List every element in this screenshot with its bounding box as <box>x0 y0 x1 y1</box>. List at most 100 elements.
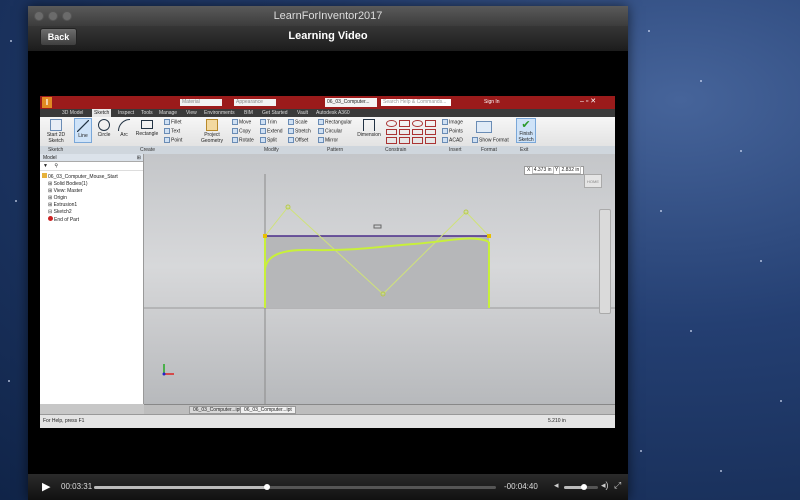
vertical-icon[interactable] <box>425 128 436 136</box>
style-field[interactable]: Material <box>180 99 222 106</box>
endpoint-handle[interactable] <box>263 234 267 238</box>
close-icon[interactable] <box>34 11 44 21</box>
panel-exit[interactable]: Exit <box>520 147 528 153</box>
rotate-button[interactable]: Rotate <box>232 137 254 143</box>
concentric-icon[interactable] <box>412 120 423 127</box>
move-button[interactable]: Move <box>232 119 251 125</box>
tab-tools[interactable]: Tools <box>141 110 153 116</box>
arc-button[interactable]: Arc <box>116 119 132 138</box>
trim-button[interactable]: Trim <box>260 119 277 125</box>
horizontal-icon[interactable] <box>412 128 423 136</box>
show-format-button[interactable]: Show Format <box>472 137 509 143</box>
dimension-button[interactable]: Dimension <box>356 119 382 138</box>
volume-high-icon[interactable]: ◂) <box>601 480 609 491</box>
viewcube[interactable]: HOME <box>584 174 602 188</box>
endpoint-handle[interactable] <box>487 234 491 238</box>
tree-item-part[interactable]: 06_03_Computer_Mouse_Start <box>42 173 143 181</box>
coincident-icon[interactable] <box>386 120 397 127</box>
rectangular-pattern-button[interactable]: Rectangular <box>318 119 352 125</box>
panel-pattern[interactable]: Pattern <box>327 147 343 153</box>
panel-sketch[interactable]: Sketch <box>48 147 63 153</box>
find-icon[interactable]: ⚲ <box>54 163 58 169</box>
panel-format[interactable]: Format <box>481 147 497 153</box>
stretch-button[interactable]: Stretch <box>288 128 311 134</box>
volume-track[interactable] <box>564 484 598 490</box>
midpoint-marker[interactable] <box>373 224 382 229</box>
tree-item-solid-bodies[interactable]: ⊞ Solid Bodies(1) <box>42 181 143 188</box>
filter-icon[interactable]: ▼ <box>43 163 48 169</box>
fillet-button[interactable]: Fillet <box>164 119 182 125</box>
tab-sketch[interactable]: Sketch <box>92 109 112 117</box>
circle-button[interactable]: Circle <box>95 119 113 138</box>
format-icons[interactable] <box>476 121 492 133</box>
rectangle-button[interactable]: Rectangle <box>134 119 160 137</box>
project-geometry-button[interactable]: Project Geometry <box>198 119 226 144</box>
volume-thumb[interactable] <box>581 484 588 490</box>
perpendicular-icon[interactable] <box>399 128 410 136</box>
tab-bim[interactable]: BIM <box>244 110 253 116</box>
panel-create[interactable]: Create <box>140 147 155 153</box>
progress-thumb[interactable] <box>263 484 270 490</box>
browser-add-icon[interactable]: ⊞ <box>137 154 141 162</box>
tab-inspect[interactable]: Inspect <box>118 110 134 116</box>
tab-view[interactable]: View <box>186 110 197 116</box>
circular-pattern-button[interactable]: Circular <box>318 128 342 134</box>
points-button[interactable]: Points <box>442 128 463 134</box>
scale-button[interactable]: Scale <box>288 119 308 125</box>
panel-modify[interactable]: Modify <box>264 147 279 153</box>
symmetric-icon[interactable] <box>412 137 423 144</box>
volume-low-icon[interactable]: ◂ <box>554 480 559 491</box>
finish-sketch-button[interactable]: ✔ Finish Sketch <box>516 118 536 143</box>
tangent-icon[interactable] <box>386 137 397 144</box>
end-of-part-icon <box>48 216 53 221</box>
tree-item-sketch2[interactable]: ⊟ Sketch2 <box>42 209 143 216</box>
tree-item-extrusion1[interactable]: ⊞ Extrusion1 <box>42 202 143 209</box>
line-button[interactable]: Line <box>74 118 92 143</box>
acad-button[interactable]: ACAD <box>442 137 463 143</box>
help-search-input[interactable]: Search Help & Commands... <box>381 99 451 106</box>
extend-button[interactable]: Extend <box>260 128 283 134</box>
panel-constrain[interactable]: Constrain <box>385 147 406 153</box>
text-button[interactable]: Text <box>164 128 180 134</box>
equal-icon[interactable] <box>425 137 436 144</box>
zoom-icon[interactable] <box>62 11 72 21</box>
navigation-bar[interactable] <box>599 209 611 314</box>
tab-vault[interactable]: Vault <box>297 110 308 116</box>
mirror-button[interactable]: Mirror <box>318 137 338 143</box>
tab-environments[interactable]: Environments <box>204 110 235 116</box>
tab-manage[interactable]: Manage <box>159 110 177 116</box>
parallel-icon[interactable] <box>386 128 397 136</box>
sign-in-link[interactable]: Sign In <box>484 99 500 105</box>
progress-track[interactable] <box>94 484 496 490</box>
document-title-tab[interactable]: 06_03_Computer... <box>325 98 377 107</box>
copy-button[interactable]: Copy <box>232 128 251 134</box>
panel-insert[interactable]: Insert <box>449 147 462 153</box>
window-controls-icon[interactable]: – ▫ ✕ <box>580 97 596 105</box>
split-button[interactable]: Split <box>260 137 277 143</box>
progress-fill <box>94 486 267 489</box>
tab-get-started[interactable]: Get Started <box>262 110 288 116</box>
start-sketch-button[interactable]: Start 2D Sketch <box>43 119 69 144</box>
image-button[interactable]: Image <box>442 119 463 125</box>
point-button[interactable]: Point <box>164 137 182 143</box>
smooth-icon[interactable] <box>399 137 410 144</box>
play-icon[interactable]: ▶ <box>42 480 50 493</box>
sketch-geometry[interactable] <box>144 154 615 404</box>
fix-icon[interactable] <box>425 120 436 127</box>
constraint-icons[interactable] <box>386 120 436 144</box>
tab-a360[interactable]: Autodesk A360 <box>316 110 350 116</box>
tree-item-origin[interactable]: ⊞ Origin <box>42 195 143 202</box>
offset-button[interactable]: Offset <box>288 137 308 143</box>
graphics-window[interactable]: X 4.373 in Y 2.832 in HOME <box>144 154 615 404</box>
minimize-icon[interactable] <box>48 11 58 21</box>
tree-item-end-of-part[interactable]: End of Part <box>42 216 143 224</box>
tab-3d-model[interactable]: 3D Model <box>62 110 83 116</box>
rotate-icon <box>232 137 238 143</box>
appearance-field[interactable]: Appearance <box>234 99 276 106</box>
tree-item-view-master[interactable]: ⊞ View: Master <box>42 188 143 195</box>
collinear-icon[interactable] <box>399 120 410 127</box>
doc-tab-2[interactable]: 06_03_Computer...ipt <box>240 406 296 414</box>
doc-tab-1[interactable]: 06_03_Computer...ipt <box>189 406 245 414</box>
video-frame[interactable]: I Material Appearance 06_03_Computer... … <box>40 96 615 428</box>
fullscreen-icon[interactable]: ⤢ <box>614 480 621 491</box>
